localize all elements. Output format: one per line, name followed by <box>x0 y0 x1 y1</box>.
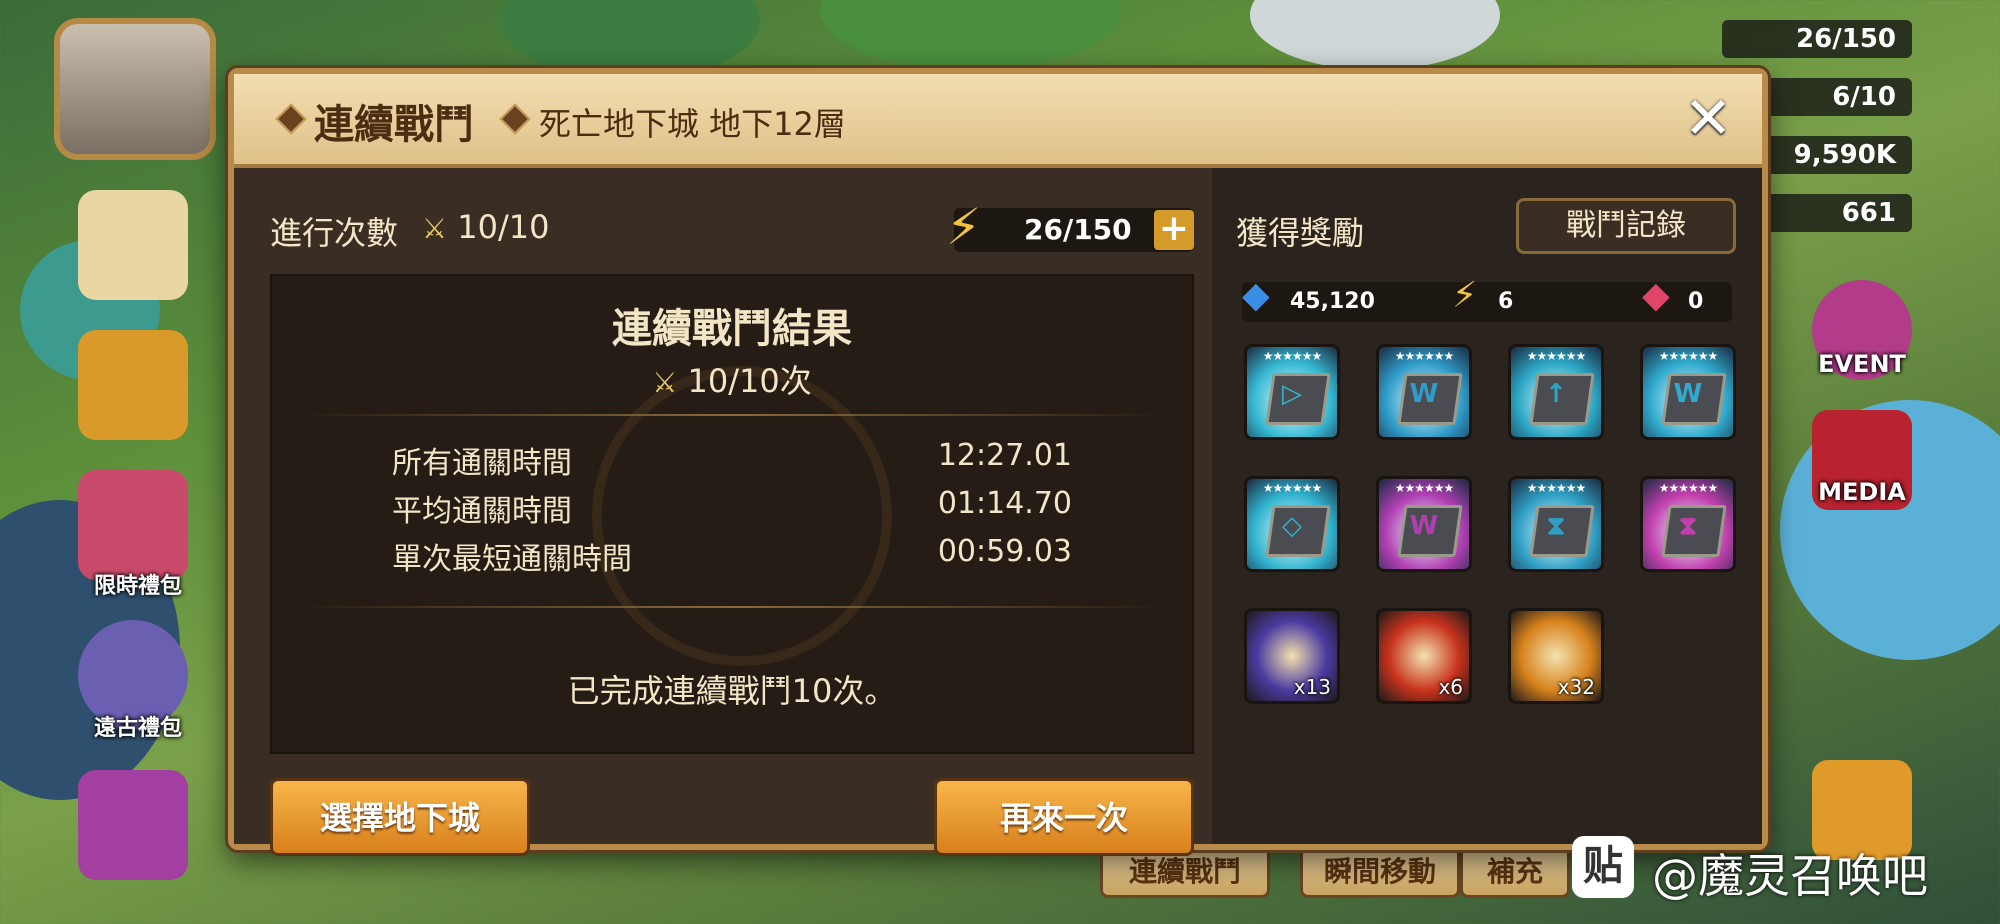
rune-1[interactable]: ★★★★★★ ▷ <box>1244 344 1340 440</box>
hud-energy: 26/150 <box>1722 20 1912 58</box>
crystal-icon: ◆ <box>1242 275 1270 316</box>
battle-log-button[interactable]: 戰鬥記錄 <box>1516 198 1736 254</box>
rune-2[interactable]: ★★★★★★ W <box>1376 344 1472 440</box>
stat-value-total: 12:27.01 <box>937 438 1072 473</box>
rune-3[interactable]: ★★★★★★ ↑ <box>1508 344 1604 440</box>
rune-4[interactable]: ★★★★★★ W <box>1640 344 1736 440</box>
energy-icon: ⚡ <box>1452 275 1478 316</box>
limited-pack-icon[interactable] <box>78 470 188 580</box>
rune-glyph-icon: ▷ <box>1282 379 1302 409</box>
scroll-item[interactable]: x13 <box>1244 608 1340 704</box>
add-energy-button[interactable]: + <box>1154 210 1194 250</box>
event-label: EVENT <box>1818 350 1906 378</box>
rune-glyph-icon: ⧗ <box>1546 511 1566 541</box>
star-rating: ★★★★★★ <box>1394 481 1455 495</box>
progress-count: 10/10 <box>457 208 550 246</box>
diamond-icon <box>275 103 307 135</box>
ancient-pack-label: 遠古禮包 <box>93 716 182 741</box>
dialog-title: 連續戰鬥 <box>314 102 474 148</box>
rune-glyph-icon: ⧗ <box>1678 511 1698 541</box>
star-rating: ★★★★★★ <box>1526 349 1587 363</box>
results-section: 進行次數 ⚔ 10/10 ⚡ 26/150 + 連續戰鬥結果 ⚔ 10/10次 … <box>234 168 1212 856</box>
rune-glyph-icon: W <box>1409 511 1439 541</box>
item-quantity: x32 <box>1557 675 1595 699</box>
energy-display: ⚡ 26/150 + <box>946 198 1194 256</box>
dialog-header: 連續戰鬥 死亡地下城 地下12層 ✕ <box>234 74 1762 168</box>
retry-button[interactable]: 再來一次 <box>934 778 1194 856</box>
close-button[interactable]: ✕ <box>1676 86 1740 150</box>
player-avatar[interactable] <box>54 18 216 160</box>
lightning-icon: ⚡ <box>946 198 982 256</box>
rune-5[interactable]: ★★★★★★ ◇ <box>1244 476 1340 572</box>
progress-value: ⚔ 10/10 <box>422 208 550 246</box>
star-rating: ★★★★★★ <box>1262 349 1323 363</box>
watermark-text: @魔灵召唤吧 <box>1652 849 1928 903</box>
star-rating: ★★★★★★ <box>1658 349 1719 363</box>
progress-label: 進行次數 <box>270 214 399 252</box>
crossed-swords-icon: ⚔ <box>652 366 678 399</box>
star-rating: ★★★★★★ <box>1394 349 1455 363</box>
rune-7[interactable]: ★★★★★★ ⧗ <box>1508 476 1604 572</box>
red-gem-icon: ◆ <box>1642 275 1670 316</box>
stat-label-total: 所有通關時間 <box>392 446 572 481</box>
continuous-battle-dialog: 連續戰鬥 死亡地下城 地下12層 ✕ 進行次數 ⚔ 10/10 ⚡ 26/150… <box>228 68 1768 856</box>
results-count: ⚔ 10/10次 <box>272 356 1192 402</box>
diamond-icon <box>499 103 531 135</box>
rewards-title: 獲得獎勵 <box>1236 214 1365 252</box>
divider <box>298 414 1168 416</box>
rune-glyph-icon: ◇ <box>1282 511 1302 541</box>
limited-icon[interactable] <box>78 770 188 880</box>
tieba-icon: 贴 <box>1572 836 1634 898</box>
results-title: 連續戰鬥結果 <box>612 306 852 352</box>
completion-message: 已完成連續戰鬥10次。 <box>567 672 897 710</box>
rune-glyph-icon: W <box>1409 379 1439 409</box>
magic-circle-emblem <box>592 366 892 666</box>
stat-label-fastest: 單次最短通關時間 <box>392 542 632 577</box>
stat-value-fastest: 00:59.03 <box>937 534 1072 569</box>
chest-icon[interactable] <box>78 330 188 440</box>
results-count-value: 10/10次 <box>687 362 812 400</box>
quest-icon[interactable] <box>78 190 188 300</box>
rune-glyph-icon: ↑ <box>1545 379 1567 409</box>
fire-essence-item[interactable]: x6 <box>1376 608 1472 704</box>
tab-teleport[interactable]: 瞬間移動 <box>1300 846 1460 898</box>
stat-label-average: 平均通關時間 <box>392 494 572 529</box>
tab-refill[interactable]: 補充 <box>1460 846 1570 898</box>
select-dungeon-button[interactable]: 選擇地下城 <box>270 778 530 856</box>
rune-8[interactable]: ★★★★★★ ⧗ <box>1640 476 1736 572</box>
divider <box>298 606 1168 608</box>
limited-pack-label: 限時禮包 <box>93 574 182 599</box>
rune-6[interactable]: ★★★★★★ W <box>1376 476 1472 572</box>
energy-reward-value: 6 <box>1498 289 1514 314</box>
stat-value-average: 01:14.70 <box>937 486 1072 521</box>
rune-glyph-icon: W <box>1673 379 1703 409</box>
rewards-section: 獲得獎勵 戰鬥記錄 ◆ 45,120 ⚡ 6 ◆ 0 ★★★★★★ ▷ ★★★★★★… <box>1212 168 1762 844</box>
results-box: 連續戰鬥結果 ⚔ 10/10次 所有通關時間 12:27.01 平均通關時間 0… <box>270 274 1194 754</box>
red-gem-reward-value: 0 <box>1688 289 1704 314</box>
star-rating: ★★★★★★ <box>1658 481 1719 495</box>
watermark: 贴 @魔灵召唤吧 <box>1572 836 1982 903</box>
star-rating: ★★★★★★ <box>1526 481 1587 495</box>
currency-bar: ◆ 45,120 ⚡ 6 ◆ 0 <box>1242 276 1732 322</box>
coin-item[interactable]: x32 <box>1508 608 1604 704</box>
star-rating: ★★★★★★ <box>1262 481 1323 495</box>
item-quantity: x13 <box>1293 675 1331 699</box>
item-quantity: x6 <box>1438 675 1463 699</box>
crystal-reward-value: 45,120 <box>1290 289 1375 314</box>
crossed-swords-icon: ⚔ <box>422 212 448 245</box>
energy-value: 26/150 <box>1024 213 1132 246</box>
media-label: MEDIA <box>1818 478 1906 506</box>
dungeon-name: 死亡地下城 地下12層 <box>539 105 846 143</box>
